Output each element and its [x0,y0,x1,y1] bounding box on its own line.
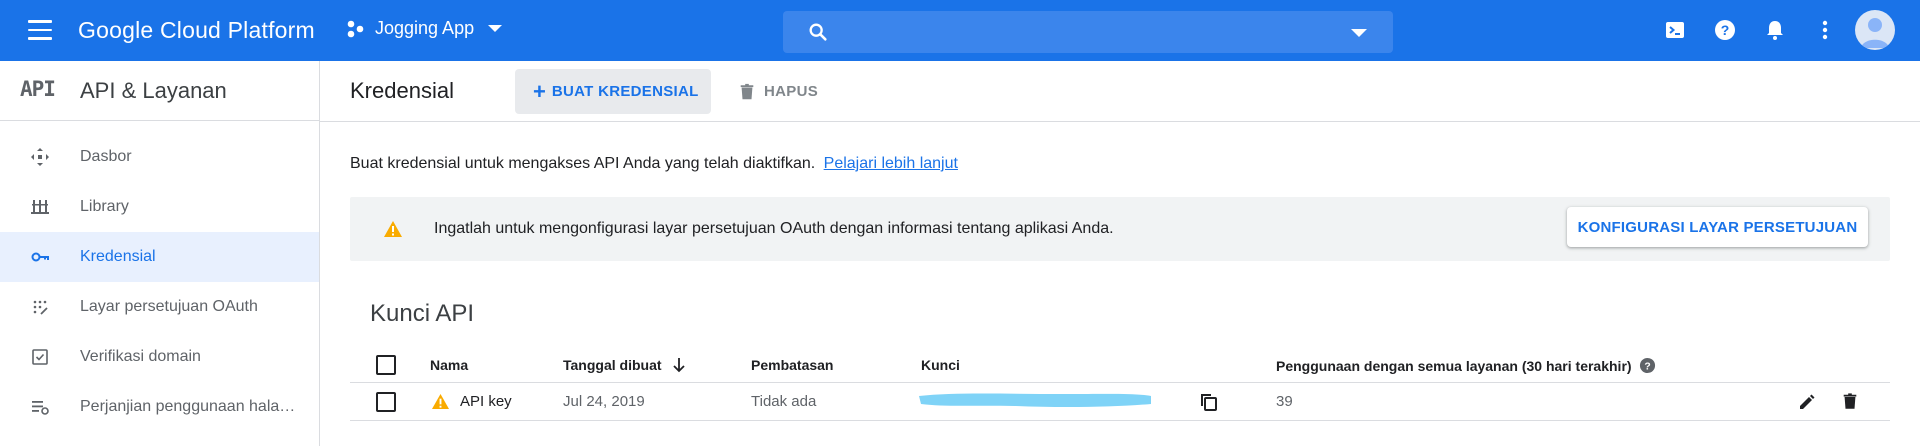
sidebar-item-kredensial[interactable]: Kredensial [0,232,319,282]
brand-title[interactable]: Google Cloud Platform [78,17,315,44]
search-dropdown-icon[interactable] [1351,29,1367,37]
avatar[interactable] [1855,10,1895,50]
sidebar-item-label: Verifikasi domain [80,348,201,365]
edit-icon[interactable] [1798,393,1816,411]
delete-label: HAPUS [764,83,819,100]
key-icon [31,252,49,262]
search-icon [809,23,827,41]
account-icon [1861,18,1889,48]
svg-text:?: ? [1721,22,1730,38]
warning-icon [384,221,402,237]
create-credentials-label: BUAT KREDENSIAL [551,83,699,100]
create-credentials-button[interactable]: + BUAT KREDENSIAL [515,69,711,114]
search-bar[interactable] [783,11,1393,53]
chevron-down-icon [488,25,503,32]
api-keys-section-title: Kunci API [370,300,475,327]
delete-button[interactable]: HAPUS [738,69,818,114]
sidebar-item-label: Perjanjian penggunaan hala… [80,398,296,415]
intro-description: Buat kredensial untuk mengakses API Anda… [350,155,816,172]
sidebar-item-label: Dasbor [80,148,132,165]
cloud-shell-icon[interactable] [1663,18,1687,42]
page-title: Kredensial [350,78,454,103]
notifications-icon[interactable] [1763,18,1787,42]
sidebar-item-label: Kredensial [80,248,156,265]
trash-icon[interactable] [1841,392,1859,411]
learn-more-link[interactable]: Pelajari lebih lanjut [824,155,958,172]
api-key-name-link[interactable]: API key [460,393,512,410]
project-dots-icon [347,20,364,37]
row-checkbox[interactable] [376,392,396,412]
page-usage-icon [32,401,49,415]
column-header-created-label: Tanggal dibuat [563,357,662,373]
help-icon[interactable]: ? [1713,18,1737,42]
library-icon [31,200,49,214]
column-header-key[interactable]: Kunci [921,357,960,373]
sidebar: API API & Layanan Dasbor Library Kredens… [0,61,320,446]
column-header-usage-label: Penggunaan dengan semua layanan (30 hari… [1276,358,1632,374]
more-vert-icon[interactable] [1813,18,1837,42]
sidebar-item-label: Library [80,198,129,215]
project-name: Jogging App [375,18,475,38]
help-icon[interactable]: ? [1639,357,1656,374]
oauth-consent-icon [33,300,48,315]
add-icon: + [533,78,546,104]
banner-message: Ingatlah untuk mengonfigurasi layar pers… [434,220,1114,237]
search-input[interactable] [843,19,1323,45]
sidebar-header: API API & Layanan [0,61,319,121]
copy-icon[interactable] [1200,393,1218,411]
column-header-created[interactable]: Tanggal dibuat [563,357,687,373]
top-app-bar: Google Cloud Platform Jogging App ? [0,0,1920,61]
page-header: Kredensial + BUAT KREDENSIAL HAPUS [320,61,1920,122]
api-logo-icon: API [20,77,56,101]
select-all-checkbox[interactable] [376,355,396,375]
column-header-restriction[interactable]: Pembatasan [751,357,833,373]
sidebar-item-library[interactable]: Library [0,182,319,232]
oauth-warning-banner: Ingatlah untuk mengonfigurasi layar pers… [350,197,1890,261]
configure-consent-screen-button[interactable]: KONFIGURASI LAYAR PERSETUJUAN [1567,207,1868,247]
created-date: Jul 24, 2019 [563,393,645,410]
sidebar-item-dasbor[interactable]: Dasbor [0,132,319,182]
warning-icon [432,393,449,410]
sidebar-title: API & Layanan [80,78,227,103]
sort-descending-icon [673,358,686,373]
restriction-value: Tidak ada [751,393,817,410]
api-keys-table-header: Nama Tanggal dibuat Pembatasan Kunci Pen… [350,347,1890,383]
menu-icon[interactable] [28,20,52,40]
sidebar-item-page-usage-agreement[interactable]: Perjanjian penggunaan hala… [0,382,319,432]
dashboard-icon [31,148,49,166]
intro-text: Buat kredensial untuk mengakses API Anda… [350,155,958,173]
redacted-key-scribble [919,393,1151,408]
table-row: API key Jul 24, 2019 Tidak ada 39 [350,383,1890,421]
svg-text:?: ? [1645,361,1651,372]
trash-icon [740,83,754,99]
usage-count: 39 [1276,393,1293,410]
sidebar-item-oauth-consent[interactable]: Layar persetujuan OAuth [0,282,319,332]
sidebar-item-label: Layar persetujuan OAuth [80,298,258,315]
column-header-name[interactable]: Nama [430,357,468,373]
sidebar-item-domain-verification[interactable]: Verifikasi domain [0,332,319,382]
column-header-usage[interactable]: Penggunaan dengan semua layanan (30 hari… [1276,357,1656,374]
project-selector[interactable]: Jogging App [345,18,503,39]
domain-verify-icon [32,349,48,365]
